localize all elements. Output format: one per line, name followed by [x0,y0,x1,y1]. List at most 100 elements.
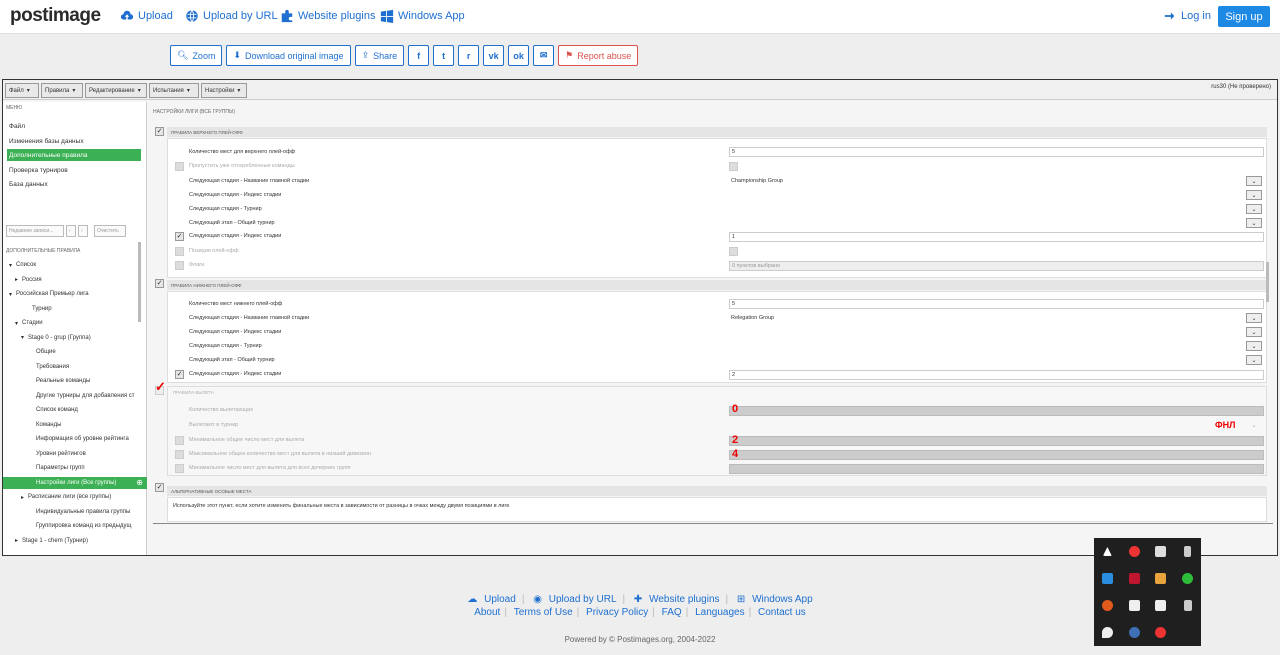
cloud-upload-icon [120,10,134,20]
footer-terms[interactable]: Terms of Use [514,607,573,618]
tree-item-label: Реальные команды [36,378,91,384]
amd-tray-icon[interactable] [1128,573,1140,584]
max-places-checkbox [175,450,184,459]
footer-plugins[interactable]: ✚ Website plugins [632,594,722,605]
signup-button[interactable]: Sign up [1218,6,1270,27]
tree-item-label: Турнир [32,305,52,312]
upper-places-input: 5 [729,147,1264,157]
upper-row-label: Следующая стадия - Турнир [189,206,262,212]
relegation-section [167,386,1267,476]
footer-privacy[interactable]: Privacy Policy [586,607,648,618]
footer-upload-url[interactable]: ◉ Upload by URL [531,594,618,605]
nav-windows-app[interactable]: Windows App [380,9,465,23]
windows-icon [380,9,394,23]
footer-windows-app[interactable]: ⊞ Windows App [735,594,815,605]
upper-row-label: Следующая стадия - Название главной стад… [189,178,310,184]
zoom-icon: 🔍︎ [177,50,189,60]
relegation-row-label: Максимальное общее количество мест для в… [189,451,371,457]
footer-languages[interactable]: Languages [695,607,745,618]
nav-upload[interactable]: Upload [120,9,173,23]
download-icon: ⬇ [233,50,241,60]
footer-upload[interactable]: ☁ Upload [465,594,517,605]
nav-plugins[interactable]: Website plugins [280,9,375,23]
chevron-right-icon: ▸ [21,494,25,501]
lower-playoff-checkbox: ✓ [155,279,164,288]
min-places-input [729,436,1264,446]
chevron-down-icon: ⌄ [1246,190,1262,200]
yandex-tray-icon[interactable] [1128,546,1140,557]
puzzle-icon: ✚ [633,594,643,605]
lower-row-label: Следующая стадия - Название главной стад… [189,315,310,321]
report-abuse-button[interactable]: ⚑ Report abuse [558,45,639,66]
tree-item: Индивидуальные правила группы [3,506,147,518]
nav-upload-url[interactable]: Upload by URL [185,9,278,23]
lower-stage-index-input: 2 [729,370,1264,380]
download-label: Download original image [245,50,344,61]
twitter-icon[interactable]: t [433,45,455,66]
menu-rules-label: Правила [45,87,70,94]
tree-item-label: Stage 0 - grup (Группа) [28,334,91,341]
panel-title: НАСТРОЙКИ ЛИГИ (ВСЕ ГРУППЫ) [153,109,236,115]
postimage-logo[interactable]: postimage [10,5,101,27]
footer-contact[interactable]: Contact us [758,607,806,618]
chevron-down-icon: ⌄ [1246,176,1262,186]
sidebar-item-file: Файл [9,122,25,130]
odnoklassniki-icon[interactable]: ok [508,45,530,66]
tree-item-label: Уровни рейтингов [36,450,86,457]
drop-tray-icon[interactable] [1101,627,1113,638]
footer-row-2: About | Terms of Use | Privacy Policy | FAQ… [0,607,1280,618]
user-status: rus30 (Не проверено) [1211,84,1271,90]
sidebar-item-extra-rules: Дополнительные правила [7,149,141,161]
tree-item: ▸ Расписание лиги (все группы) [3,491,147,503]
trash-tray-icon[interactable] [1183,600,1192,611]
upper-row-label: Следующая стадия - Индекс стадии [189,233,282,239]
share-button[interactable]: ⇪ Share [354,45,405,66]
nav-windows-app-label: Windows App [398,10,465,22]
upper-row-label: Следующая стадия - Индекс стадии [189,192,282,198]
chevron-down-icon: ▾ [15,320,19,327]
upper-row-label: Флаги [189,262,205,268]
separator: | [685,607,689,618]
app-tray-icon[interactable] [1155,546,1167,557]
nav-login-label: Log in [1181,10,1211,22]
skip-teams-value-checkbox [729,162,738,171]
sidebar-item-check-tournaments: Проверка турниров [9,166,68,174]
copyright: Powered by © Postimages.org, 2004-2022 [564,635,716,644]
zoom-button[interactable]: 🔍︎ Zoom [170,45,223,66]
annotation-four: 4 [732,448,739,460]
app-tray-icon[interactable] [1102,547,1112,556]
vk-icon[interactable]: vk [483,45,505,66]
menu-file-label: Файл [9,87,24,94]
alt-places-section [167,497,1267,522]
reddit-icon[interactable]: r [458,45,480,66]
usb-tray-icon[interactable] [1184,546,1192,557]
lower-stage-index-checkbox: ✓ [175,370,184,379]
footer-about[interactable]: About [474,607,500,618]
upper-row-label: Пропустить уже отсеребленные команды [189,163,295,169]
menu-edit: Редактирование ▾ [85,83,147,98]
app-tray-icon[interactable] [1128,600,1140,611]
app-tray-icon[interactable] [1155,573,1167,584]
clear-button: Очистить [94,225,126,237]
footer-faq[interactable]: FAQ [662,607,682,618]
chevron-right-icon: ▸ [15,538,19,544]
rules-title: ДОПОЛНИТЕЛЬНЫЕ ПРАВИЛА [6,248,81,254]
app-tray-icon[interactable] [1101,600,1113,611]
upper-row-label: Количество мест для верхнего плей-офф [189,149,296,155]
tree-item: ▸ Россия [3,274,147,286]
nav-login[interactable]: Log in [1163,9,1211,23]
app-tray-icon[interactable] [1155,627,1167,638]
facebook-icon[interactable]: f [408,45,430,66]
puzzle-icon [281,9,293,23]
email-icon[interactable]: ✉ [533,45,555,66]
app-tray-icon[interactable] [1155,600,1167,611]
login-icon [1164,12,1175,20]
drive-tray-icon[interactable] [1101,573,1113,584]
chevron-down-icon: ⌄ [1246,218,1262,228]
lower-row-label: Следующая стадия - Индекс стадии [189,371,282,377]
recent-search-row: Недавние записи... ‹ › Очистить [6,225,126,237]
child-groups-input [729,464,1264,474]
download-button[interactable]: ⬇ Download original image [226,45,351,66]
app-tray-icon[interactable] [1182,573,1194,584]
steam-tray-icon[interactable] [1128,627,1140,638]
